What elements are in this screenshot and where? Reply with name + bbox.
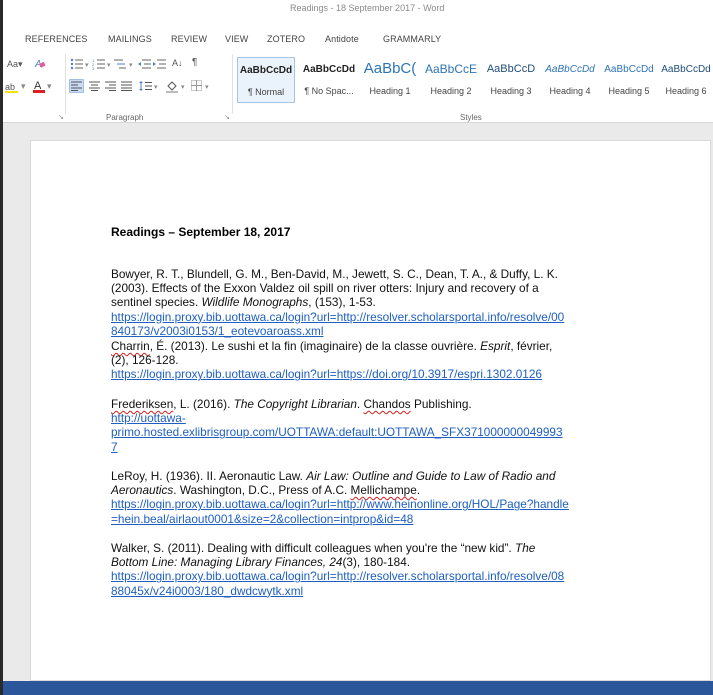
- style-heading-2[interactable]: AaBbCcE Heading 2: [422, 57, 480, 103]
- tab-grammarly[interactable]: GRAMMARLY: [383, 34, 441, 44]
- reference-link[interactable]: primo.hosted.exlibrisgroup.com/UOTTAWA:d…: [111, 425, 691, 439]
- clear-formatting-icon[interactable]: A: [34, 57, 46, 69]
- numbering-icon[interactable]: 123 ▾: [92, 58, 112, 70]
- document-page[interactable]: Readings – September 18, 2017 Bowyer, R.…: [30, 140, 711, 681]
- tab-view[interactable]: VIEW: [225, 34, 248, 44]
- reference-link[interactable]: https://login.proxy.bib.uottawa.ca/login…: [111, 569, 691, 583]
- tab-zotero[interactable]: ZOTERO: [267, 34, 305, 44]
- style-heading-4[interactable]: AaBbCcDd Heading 4: [541, 57, 599, 103]
- tab-review[interactable]: REVIEW: [171, 34, 207, 44]
- paragraph-dialog-launcher-icon[interactable]: ↘: [224, 113, 230, 121]
- document-title: Readings – September 18, 2017: [111, 225, 291, 239]
- increase-indent-icon[interactable]: [153, 58, 167, 70]
- font-color-dropdown-icon[interactable]: ▾: [47, 81, 52, 92]
- ribbon-separator: [65, 54, 66, 114]
- tab-references[interactable]: REFERENCES: [25, 34, 88, 44]
- ribbon-tabs: REFERENCES MAILINGS REVIEW VIEW ZOTERO A…: [3, 30, 713, 48]
- show-formatting-marks-button[interactable]: ¶: [192, 57, 197, 68]
- borders-icon[interactable]: ▾: [191, 80, 213, 92]
- reference-link[interactable]: https://login.proxy.bib.uottawa.ca/login…: [111, 310, 691, 324]
- tab-mailings[interactable]: MAILINGS: [108, 34, 152, 44]
- reference-link[interactable]: http://uottawa-: [111, 411, 691, 425]
- style-no-spacing[interactable]: AaBbCcDd ¶ No Spac...: [300, 57, 358, 103]
- style-heading-6[interactable]: AaBbCcDd Heading 6: [659, 57, 713, 103]
- tab-antidote[interactable]: Antidote: [325, 34, 359, 44]
- reference-link[interactable]: https://login.proxy.bib.uottawa.ca/login…: [111, 497, 691, 511]
- svg-text:▾: ▾: [85, 62, 89, 69]
- style-heading-5[interactable]: AaBbCcDd Heading 5: [601, 57, 657, 103]
- reference-entry: Walker, S. (2011). Dealing with difficul…: [111, 541, 691, 598]
- svg-text:▾: ▾: [107, 62, 111, 69]
- font-dialog-launcher-icon[interactable]: ↘: [58, 113, 64, 121]
- svg-text:ab: ab: [5, 82, 15, 92]
- reference-entry: Bowyer, R. T., Blundell, G. M., Ben-Davi…: [111, 267, 691, 338]
- shading-icon[interactable]: ▾: [166, 80, 188, 93]
- line-spacing-icon[interactable]: ▾: [139, 80, 161, 92]
- styles-group-label: Styles: [460, 113, 482, 122]
- style-heading-1[interactable]: AaBbC( Heading 1: [360, 57, 420, 103]
- justify-icon[interactable]: [121, 81, 133, 91]
- align-right-icon[interactable]: [105, 81, 117, 91]
- reference-link[interactable]: =hein.beal/airlaout0001&size=2&collectio…: [111, 512, 691, 526]
- align-center-icon[interactable]: [89, 81, 101, 91]
- svg-text:3: 3: [92, 66, 95, 70]
- ribbon: Aa▾ A ab ▾ A ▾ ▾ 1 2 3 ▾ ▾ A↓ ¶ ▾ ▾ ▾ ↘ Par…: [3, 50, 713, 123]
- highlight-dropdown-icon[interactable]: ▾: [21, 81, 26, 92]
- reference-link[interactable]: 840173/v2003i0153/1_eotevoaroass.xml: [111, 324, 691, 338]
- svg-text:▾: ▾: [205, 84, 209, 91]
- multilevel-list-icon[interactable]: ▾: [114, 58, 134, 70]
- style-heading-3[interactable]: AaBbCcD Heading 3: [482, 57, 540, 103]
- svg-text:▾: ▾: [181, 84, 185, 91]
- reference-link[interactable]: 7: [111, 440, 691, 454]
- bullets-icon[interactable]: ▾: [70, 58, 90, 70]
- title-bar: Readings - 18 September 2017 - Word: [3, 0, 713, 16]
- reference-link[interactable]: https://login.proxy.bib.uottawa.ca/login…: [111, 367, 691, 381]
- decrease-indent-icon[interactable]: [138, 58, 152, 70]
- font-color-icon[interactable]: A: [33, 79, 45, 93]
- reference-link[interactable]: 88045x/v24i0003/180_dwdcwytk.xml: [111, 584, 691, 598]
- reference-entry: Charrin, É. (2013). Le sushi et la fin (…: [111, 339, 691, 382]
- change-case-button[interactable]: Aa▾: [7, 59, 23, 70]
- paragraph-group-label: Paragraph: [106, 113, 144, 122]
- style-normal[interactable]: AaBbCcDd ¶ Normal: [237, 57, 295, 103]
- align-left-icon: [71, 81, 82, 91]
- text-highlight-icon[interactable]: ab: [5, 81, 19, 93]
- svg-text:▾: ▾: [129, 62, 133, 69]
- ribbon-separator: [232, 54, 233, 114]
- status-bar: [3, 681, 713, 695]
- reference-entry: LeRoy, H. (1936). II. Aeronautic Law. Ai…: [111, 469, 691, 526]
- document-canvas[interactable]: Readings – September 18, 2017 Bowyer, R.…: [3, 123, 713, 681]
- svg-text:▾: ▾: [154, 84, 158, 91]
- reference-entry: Frederiksen, L. (2016). The Copyright Li…: [111, 397, 691, 454]
- sort-button[interactable]: A↓: [172, 58, 183, 68]
- window-title: Readings - 18 September 2017 - Word: [290, 3, 445, 13]
